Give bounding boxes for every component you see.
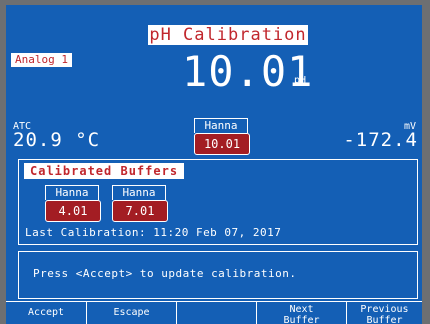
calibrated-buffer-name: Hanna [45, 185, 99, 200]
mv-reading: -172.4 [343, 129, 418, 151]
previous-buffer-softkey[interactable]: Previous Buffer [346, 301, 422, 324]
ph-reading: 10.01 [182, 47, 314, 96]
message-panel: Press <Accept> to update calibration. [18, 251, 418, 299]
accept-softkey[interactable]: Accept [6, 301, 86, 324]
blank-softkey[interactable] [176, 301, 256, 324]
calibrated-buffer-tag: Hanna 7.01 [109, 185, 169, 227]
calibrated-buffer-name: Hanna [112, 185, 166, 200]
lcd-display: pH Calibration Analog 1 10.01 pH ATC 20.… [6, 5, 422, 301]
calibrated-buffer-value: 4.01 [45, 200, 101, 222]
ph-unit: pH [294, 75, 307, 86]
screen-title: pH Calibration [148, 25, 308, 45]
temperature-reading: 20.9 °C [13, 129, 101, 151]
escape-softkey[interactable]: Escape [86, 301, 176, 324]
calibrated-buffer-tag: Hanna 4.01 [42, 185, 102, 227]
softkey-label: Next [289, 304, 314, 315]
message-text: Press <Accept> to update calibration. [33, 267, 297, 280]
softkey-label: Buffer [366, 315, 403, 324]
current-buffer-value: 10.01 [194, 133, 250, 155]
last-calibration-text: Last Calibration: 11:20 Feb 07, 2017 [25, 226, 282, 239]
meter-screen: pH Calibration Analog 1 10.01 pH ATC 20.… [0, 0, 430, 324]
next-buffer-softkey[interactable]: Next Buffer [256, 301, 346, 324]
current-buffer-name: Hanna [194, 118, 248, 133]
softkey-label: Accept [27, 307, 65, 318]
softkey-label: Escape [113, 307, 150, 318]
softkey-label: Previous [360, 304, 409, 315]
softkey-label [177, 302, 256, 304]
softkey-bar: Accept Escape Next Buffer Previous Buffe… [6, 301, 422, 324]
softkey-label: Buffer [283, 315, 320, 324]
calibrated-buffers-panel: Calibrated Buffers Hanna 4.01 Hanna 7.01… [18, 159, 418, 245]
calibrated-buffers-title: Calibrated Buffers [24, 163, 185, 179]
channel-label: Analog 1 [11, 53, 72, 67]
current-buffer-tag: Hanna 10.01 [191, 118, 251, 160]
calibrated-buffer-value: 7.01 [112, 200, 168, 222]
